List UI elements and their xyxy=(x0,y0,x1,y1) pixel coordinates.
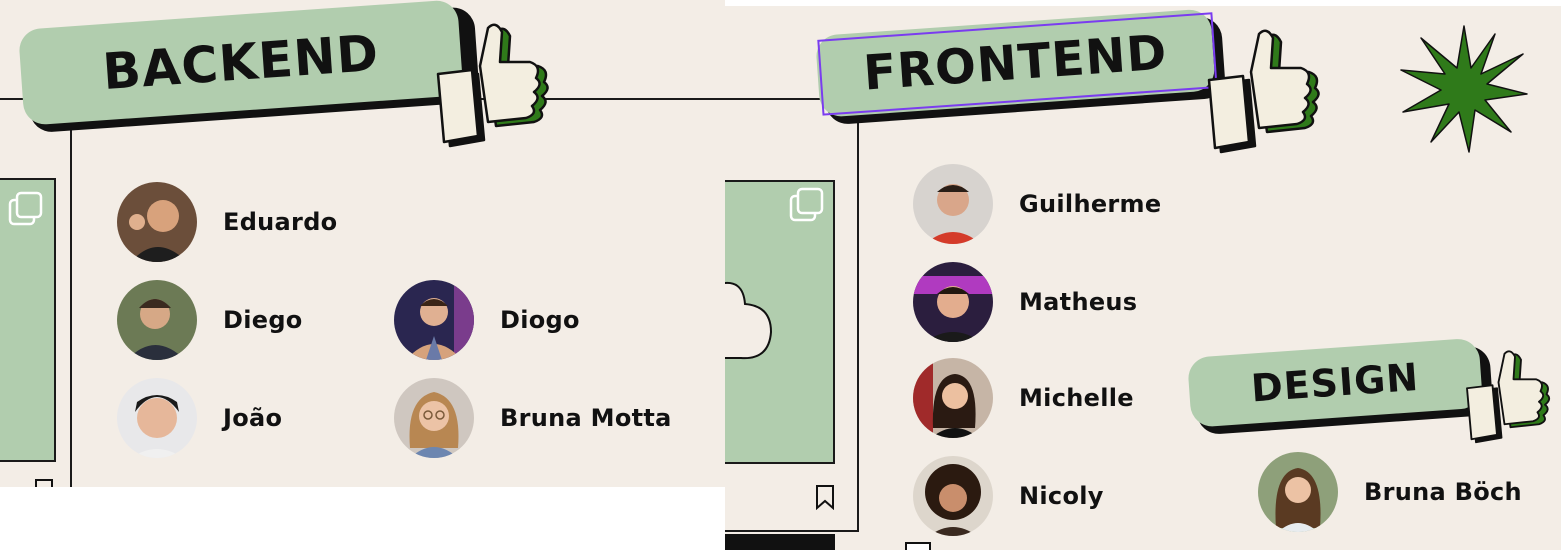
frontend-panel: FRONTEND Guilherme Matheus Michelle Nico… xyxy=(725,6,1561,550)
avatar xyxy=(913,358,993,438)
member-name: Bruna Böch xyxy=(1364,478,1522,506)
member-name: Eduardo xyxy=(223,208,338,236)
backend-back-card xyxy=(0,98,77,487)
member-name: Nicoly xyxy=(1019,482,1104,510)
member-name: Guilherme xyxy=(1019,190,1162,218)
frontend-card-image xyxy=(725,180,835,464)
member-bruna-motta: Bruna Motta xyxy=(394,378,672,458)
backend-panel: BACKEND Eduardo Diego Diogo João Bruna M… xyxy=(0,0,725,487)
cloud-icon xyxy=(725,282,773,360)
bookmark-icon xyxy=(816,485,834,510)
backend-title: BACKEND xyxy=(100,23,381,102)
thumbs-up-icon xyxy=(1207,29,1320,154)
thumbs-up-icon xyxy=(436,23,549,148)
member-nicoly: Nicoly xyxy=(913,456,1104,536)
member-name: Bruna Motta xyxy=(500,404,672,432)
avatar xyxy=(913,456,993,536)
member-guilherme: Guilherme xyxy=(913,164,1161,244)
avatar xyxy=(913,164,993,244)
member-name: Diego xyxy=(223,306,303,334)
avatar xyxy=(117,182,197,262)
card-shadow-edge xyxy=(725,534,835,550)
member-bruna-boch: Bruna Böch xyxy=(1258,452,1522,532)
thumbs-up-icon xyxy=(1466,350,1551,444)
design-title: DESIGN xyxy=(1249,354,1421,411)
member-name: João xyxy=(223,404,283,432)
avatar xyxy=(117,378,197,458)
avatar xyxy=(913,262,993,342)
member-diogo: Diogo xyxy=(394,280,580,360)
avatar xyxy=(394,378,474,458)
bookmark-icon xyxy=(35,479,53,487)
member-name: Michelle xyxy=(1019,384,1134,412)
member-name: Diogo xyxy=(500,306,580,334)
member-michelle: Michelle xyxy=(913,358,1134,438)
member-eduardo: Eduardo xyxy=(117,182,337,262)
partial-bookmark-edge xyxy=(905,542,931,550)
copy-icon xyxy=(8,191,43,226)
star-burst-icon xyxy=(1400,25,1528,153)
member-joao: João xyxy=(117,378,282,458)
avatar xyxy=(117,280,197,360)
member-name: Matheus xyxy=(1019,288,1138,316)
member-diego: Diego xyxy=(117,280,303,360)
avatar xyxy=(1258,452,1338,532)
avatar xyxy=(394,280,474,360)
member-matheus: Matheus xyxy=(913,262,1137,342)
frontend-card xyxy=(725,98,859,532)
copy-icon xyxy=(789,187,824,222)
